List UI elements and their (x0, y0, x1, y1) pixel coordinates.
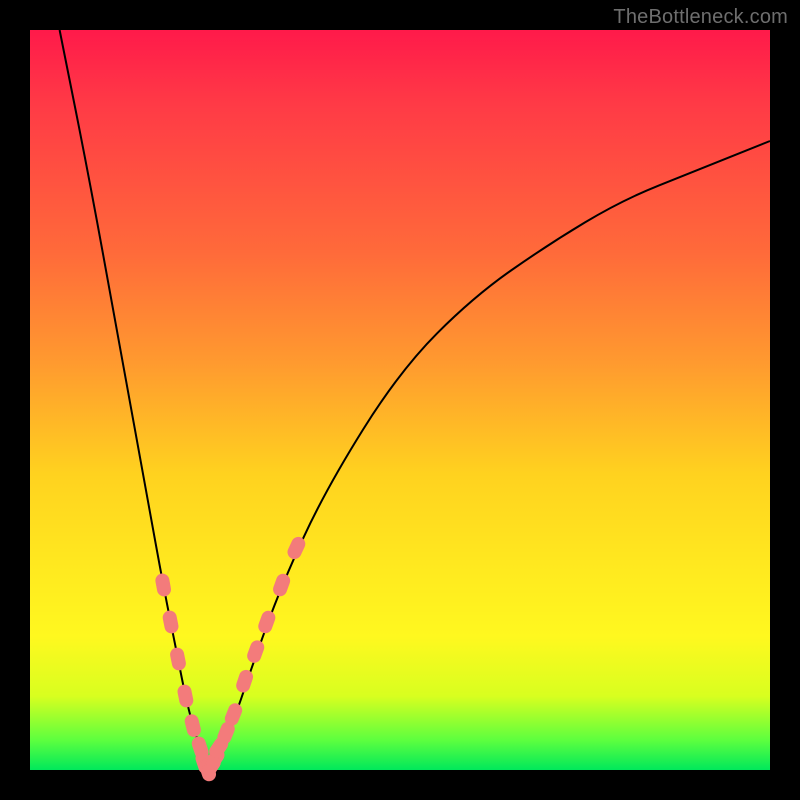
chart-frame: TheBottleneck.com (0, 0, 800, 800)
bead-left-3 (177, 684, 194, 708)
curve-left-path (60, 30, 208, 770)
watermark-text: TheBottleneck.com (613, 6, 788, 29)
bead-left-0 (155, 573, 172, 597)
bead-left-2 (169, 647, 186, 671)
plot-area (30, 30, 770, 770)
bead-left-4 (184, 713, 202, 737)
bead-right-6 (246, 639, 266, 664)
curve-right-path (208, 141, 770, 770)
curve-right (208, 141, 770, 770)
beads-group (155, 535, 307, 782)
bead-right-7 (257, 609, 277, 634)
bead-right-8 (272, 572, 292, 597)
curve-left (60, 30, 208, 770)
bead-right-5 (235, 669, 254, 694)
curve-layer (30, 30, 770, 770)
bead-left-1 (162, 610, 179, 634)
